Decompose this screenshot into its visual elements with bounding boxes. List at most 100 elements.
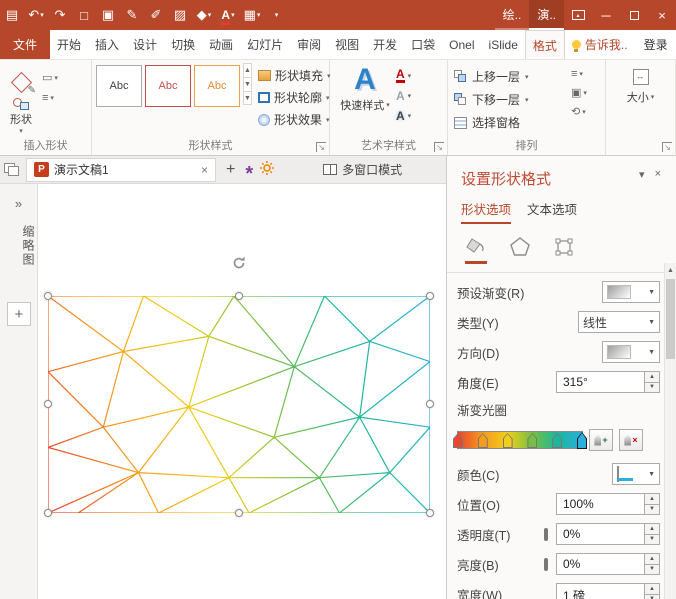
- spin-up-icon[interactable]: ▲: [645, 584, 659, 595]
- ribbon-display-options-icon[interactable]: ▴: [564, 0, 592, 30]
- selection-handle-w[interactable]: [44, 400, 52, 408]
- fill-line-icon[interactable]: [465, 236, 487, 264]
- effects-pentagon-icon[interactable]: [509, 236, 531, 264]
- rotate-button[interactable]: ⟲▾: [571, 105, 601, 118]
- shape-fill-button[interactable]: 形状填充 ▾: [258, 67, 331, 84]
- gallery-down-icon[interactable]: ▼: [243, 77, 252, 91]
- document-tab[interactable]: P 演示文稿1 ×: [26, 158, 216, 182]
- edit-shape-button[interactable]: ✎: [4, 67, 38, 98]
- width-spinner[interactable]: 1 磅 ▲▼: [556, 583, 660, 599]
- gradient-stop[interactable]: [527, 433, 537, 448]
- tab-developer[interactable]: 开发: [366, 30, 404, 59]
- align-button[interactable]: ≡▾: [571, 68, 601, 80]
- remove-gradient-stop-button[interactable]: ×: [619, 429, 643, 451]
- tell-me-box[interactable]: 告诉我..: [565, 30, 635, 59]
- selection-handle-sw[interactable]: [44, 509, 52, 517]
- spin-up-icon[interactable]: ▲: [645, 524, 659, 535]
- spin-down-icon[interactable]: ▼: [645, 383, 659, 393]
- shape-style-preset-1[interactable]: Abc: [96, 65, 142, 107]
- selection-handle-se[interactable]: [426, 509, 434, 517]
- gradient-stop[interactable]: [453, 433, 463, 448]
- tab-file[interactable]: 文件: [0, 30, 50, 59]
- doc-tab-drawing[interactable]: 绘..: [495, 0, 530, 30]
- expand-chevron-icon[interactable]: »: [0, 184, 37, 211]
- size-button[interactable]: 大小 ▾: [627, 89, 655, 105]
- spin-down-icon[interactable]: ▼: [645, 565, 659, 575]
- settings-gear-icon[interactable]: [259, 160, 275, 179]
- pane-tab-text-options[interactable]: 文本选项: [527, 199, 577, 224]
- gradient-stop[interactable]: [478, 433, 488, 448]
- spin-up-icon[interactable]: ▲: [645, 494, 659, 505]
- gallery-expand-icon[interactable]: ▼: [243, 91, 252, 105]
- quick-styles-button[interactable]: A 快速样式▾: [334, 63, 396, 139]
- add-gradient-stop-button[interactable]: +: [589, 429, 613, 451]
- color-dropdown[interactable]: ▼: [612, 463, 660, 485]
- tab-animations[interactable]: 动画: [202, 30, 240, 59]
- spin-down-icon[interactable]: ▼: [645, 535, 659, 545]
- font-color-icon[interactable]: A▾: [216, 0, 240, 30]
- tab-list-icon[interactable]: [4, 163, 20, 177]
- selection-handle-n[interactable]: [235, 292, 243, 300]
- send-backward-button[interactable]: 下移一层 ▾: [454, 91, 571, 108]
- pane-scrollbar[interactable]: ▲: [664, 263, 676, 599]
- ink-color-icon[interactable]: ◆▾: [192, 0, 216, 30]
- restore-icon[interactable]: [620, 0, 648, 30]
- angle-spinner[interactable]: 315° ▲▼: [556, 371, 660, 393]
- table-icon[interactable]: ▦▾: [240, 0, 264, 30]
- pane-options-icon[interactable]: ▾: [634, 168, 650, 181]
- tab-transitions[interactable]: 切换: [164, 30, 202, 59]
- pane-close-icon[interactable]: ×: [650, 168, 666, 180]
- tab-insert[interactable]: 插入: [88, 30, 126, 59]
- dialog-launcher-icon[interactable]: ↘: [316, 142, 326, 152]
- selection-handle-nw[interactable]: [44, 292, 52, 300]
- spin-down-icon[interactable]: ▼: [645, 505, 659, 515]
- text-outline-button[interactable]: A▾: [396, 89, 411, 103]
- group-button[interactable]: ▣▾: [571, 86, 601, 99]
- gradient-stop[interactable]: [552, 433, 562, 448]
- size-properties-icon[interactable]: [553, 236, 575, 264]
- tab-review[interactable]: 审阅: [290, 30, 328, 59]
- slide-canvas[interactable]: [38, 184, 446, 599]
- brightness-spinner[interactable]: 0% ▲▼: [556, 553, 660, 575]
- rotation-handle[interactable]: [230, 254, 248, 275]
- selection-pane-button[interactable]: 选择窗格: [454, 114, 571, 131]
- tab-view[interactable]: 视图: [328, 30, 366, 59]
- gallery-up-icon[interactable]: ▲: [243, 63, 252, 77]
- sign-in-button[interactable]: 登录: [635, 30, 676, 59]
- selection-handle-e[interactable]: [426, 400, 434, 408]
- type-dropdown[interactable]: 线性▼: [578, 311, 660, 333]
- shape-effects-button[interactable]: 形状效果 ▾: [258, 111, 331, 128]
- save-icon[interactable]: ▤: [0, 0, 24, 30]
- text-fill-button[interactable]: A▾: [396, 68, 411, 83]
- scrollbar-thumb[interactable]: [666, 279, 675, 359]
- selection-handle-ne[interactable]: [426, 292, 434, 300]
- transparency-slider[interactable]: [544, 528, 548, 541]
- convert-shape-button[interactable]: ≡▾: [42, 92, 58, 104]
- close-icon[interactable]: ×: [648, 0, 676, 30]
- minimize-icon[interactable]: ─: [592, 0, 620, 30]
- new-document-icon[interactable]: +: [222, 161, 239, 179]
- tab-home[interactable]: 开始: [50, 30, 88, 59]
- dialog-launcher-icon[interactable]: ↘: [662, 142, 672, 152]
- doc-tab-presentation[interactable]: 演..: [529, 0, 564, 30]
- pen-icon[interactable]: ✎: [120, 0, 144, 30]
- size-icon[interactable]: [633, 69, 649, 85]
- close-document-icon[interactable]: ×: [201, 163, 208, 177]
- shape-outline-button[interactable]: 形状轮廓 ▾: [258, 89, 331, 106]
- redo-icon[interactable]: ↷: [48, 0, 72, 30]
- position-spinner[interactable]: 100% ▲▼: [556, 493, 660, 515]
- tab-islide[interactable]: iSlide: [482, 30, 525, 59]
- highlighter-icon[interactable]: ✐: [144, 0, 168, 30]
- bring-forward-button[interactable]: 上移一层 ▾: [454, 68, 571, 85]
- new-slide-icon[interactable]: □: [72, 0, 96, 30]
- lowpoly-mesh-shape[interactable]: [48, 296, 430, 513]
- selection-handle-s[interactable]: [235, 509, 243, 517]
- tab-koudai[interactable]: 口袋: [404, 30, 442, 59]
- shapes-button[interactable]: 形状 ▾: [10, 98, 32, 135]
- brightness-slider[interactable]: [544, 558, 548, 571]
- tab-onel[interactable]: Onel: [442, 30, 481, 59]
- more-commands-icon[interactable]: ▾: [264, 0, 288, 30]
- merge-shapes-button[interactable]: ▭▾: [42, 71, 58, 84]
- undo-icon[interactable]: ↶▾: [24, 0, 48, 30]
- gradient-bar[interactable]: [457, 431, 583, 449]
